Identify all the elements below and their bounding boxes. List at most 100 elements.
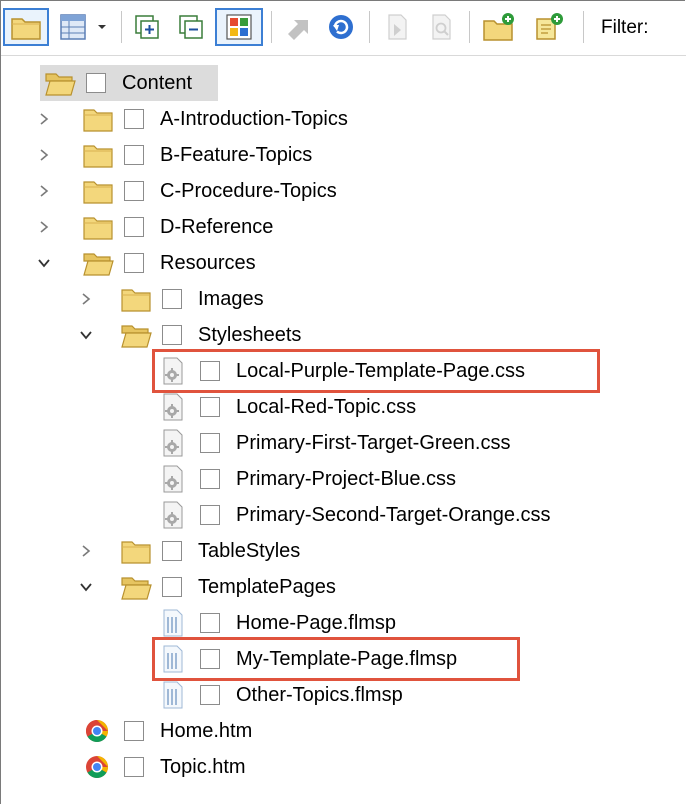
grid-view-icon <box>60 14 86 40</box>
chrome-htm-file-icon <box>82 717 112 745</box>
tree-item-home-page-flmsp[interactable]: Home-Page.flmsp <box>0 605 686 641</box>
new-item-icon <box>536 13 563 40</box>
tree-item-label: Other-Topics.flmsp <box>236 684 403 706</box>
tree-item-stylesheets[interactable]: Stylesheets <box>0 317 686 353</box>
tree-item-images[interactable]: Images <box>0 281 686 317</box>
tree-item-tablestyles[interactable]: TableStyles <box>0 533 686 569</box>
expand-all-button[interactable] <box>129 8 165 46</box>
tree-item-primary-first-target-green-css[interactable]: Primary-First-Target-Green.css <box>0 425 686 461</box>
checkbox[interactable] <box>162 289 182 309</box>
open-button[interactable] <box>281 8 317 46</box>
folder-icon <box>82 213 113 241</box>
checkbox[interactable] <box>200 433 220 453</box>
refresh-icon <box>329 15 353 39</box>
new-folder-icon <box>483 13 514 41</box>
tree-item-topic-htm[interactable]: Topic.htm <box>0 749 686 785</box>
tree-item-primary-project-blue-css[interactable]: Primary-Project-Blue.css <box>0 461 686 497</box>
tree-item-label: Home-Page.flmsp <box>236 612 397 634</box>
tree-item-label: Primary-First-Target-Green.css <box>236 432 511 454</box>
checkbox[interactable] <box>200 613 220 633</box>
chevron-right-icon[interactable] <box>34 209 54 245</box>
preview-button[interactable] <box>423 8 459 46</box>
folder-open-icon <box>82 249 114 277</box>
toolbar-separator <box>469 11 470 43</box>
tree-item-a-introduction-topics[interactable]: A-Introduction-Topics <box>0 101 686 137</box>
chevron-down-icon[interactable] <box>76 569 96 605</box>
checkbox[interactable] <box>162 577 182 597</box>
chevron-right-icon[interactable] <box>34 101 54 137</box>
checkbox[interactable] <box>200 685 220 705</box>
folder-icon <box>120 537 151 565</box>
expand-all-icon <box>135 15 159 39</box>
checkbox[interactable] <box>86 73 106 93</box>
tree-item-label: A-Introduction-Topics <box>160 108 348 130</box>
show-file-types-button[interactable] <box>215 8 263 46</box>
view-layout-dropdown[interactable] <box>93 8 111 46</box>
template-page-file-icon <box>158 681 188 709</box>
tree-item-resources[interactable]: Resources <box>0 245 686 281</box>
tree-item-label: TemplatePages <box>198 576 336 598</box>
toolbar-separator <box>369 11 370 43</box>
chevron-down-icon[interactable] <box>34 245 54 281</box>
checkbox[interactable] <box>200 505 220 525</box>
folder-icon <box>82 177 113 205</box>
folder-open-icon <box>120 321 152 349</box>
tree-item-label: B-Feature-Topics <box>160 144 313 166</box>
checkbox[interactable] <box>124 253 144 273</box>
toolbar-separator <box>583 11 584 43</box>
tree-item-home-htm[interactable]: Home.htm <box>0 713 686 749</box>
checkbox[interactable] <box>124 181 144 201</box>
checkbox[interactable] <box>124 757 144 777</box>
tree-item-label: Local-Red-Topic.css <box>236 396 417 418</box>
highlight-box-template-page <box>152 637 520 681</box>
tree-item-label: TableStyles <box>198 540 301 562</box>
new-folder-button[interactable] <box>479 8 519 46</box>
checkbox[interactable] <box>200 397 220 417</box>
tree-item-label: D-Reference <box>160 216 274 238</box>
tree-item-label: Primary-Second-Target-Orange.css <box>236 504 551 526</box>
filter-label: Filter: <box>601 17 649 38</box>
tree-item-label: Images <box>198 288 264 310</box>
tree-item-other-topics-flmsp[interactable]: Other-Topics.flmsp <box>0 677 686 713</box>
new-item-button[interactable] <box>529 8 569 46</box>
checkbox[interactable] <box>162 541 182 561</box>
tree-root-content[interactable]: Content <box>0 65 686 101</box>
chevron-right-icon[interactable] <box>34 137 54 173</box>
checkbox[interactable] <box>200 469 220 489</box>
tree-item-c-procedure-topics[interactable]: C-Procedure-Topics <box>0 173 686 209</box>
folder-icon <box>120 285 151 313</box>
tree-item-d-reference[interactable]: D-Reference <box>0 209 686 245</box>
checkbox[interactable] <box>124 217 144 237</box>
tree-item-b-feature-topics[interactable]: B-Feature-Topics <box>0 137 686 173</box>
checkbox[interactable] <box>124 109 144 129</box>
show-folders-button[interactable] <box>3 8 49 46</box>
checkbox[interactable] <box>124 145 144 165</box>
tree-item-local-red-topic-css[interactable]: Local-Red-Topic.css <box>0 389 686 425</box>
refresh-button[interactable] <box>323 8 359 46</box>
chrome-htm-file-icon <box>82 753 112 781</box>
tree-item-templatepages[interactable]: TemplatePages <box>0 569 686 605</box>
folder-view-icon <box>11 18 41 40</box>
checkbox[interactable] <box>162 325 182 345</box>
view-layout-button[interactable] <box>55 8 91 46</box>
chevron-right-icon[interactable] <box>76 281 96 317</box>
tree-item-label: Resources <box>160 252 256 274</box>
folder-open-icon <box>120 573 152 601</box>
folder-icon <box>82 105 113 133</box>
tree-item-label: C-Procedure-Topics <box>160 180 337 202</box>
properties-button[interactable] <box>379 8 415 46</box>
tree-item-label: Content <box>122 72 193 94</box>
open-arrow-icon <box>288 20 308 40</box>
tree-item-label: Primary-Project-Blue.css <box>236 468 457 490</box>
collapse-all-icon <box>179 15 203 39</box>
chevron-right-icon[interactable] <box>34 173 54 209</box>
chevron-right-icon[interactable] <box>76 533 96 569</box>
tree-item-primary-second-target-orange-css[interactable]: Primary-Second-Target-Orange.css <box>0 497 686 533</box>
checkbox[interactable] <box>124 721 144 741</box>
dropdown-arrow-icon <box>98 25 106 29</box>
folder-open-icon <box>44 69 76 97</box>
chevron-down-icon[interactable] <box>76 317 96 353</box>
toolbar-separator <box>271 11 272 43</box>
collapse-all-button[interactable] <box>173 8 209 46</box>
stylesheet-file-icon <box>158 393 188 421</box>
